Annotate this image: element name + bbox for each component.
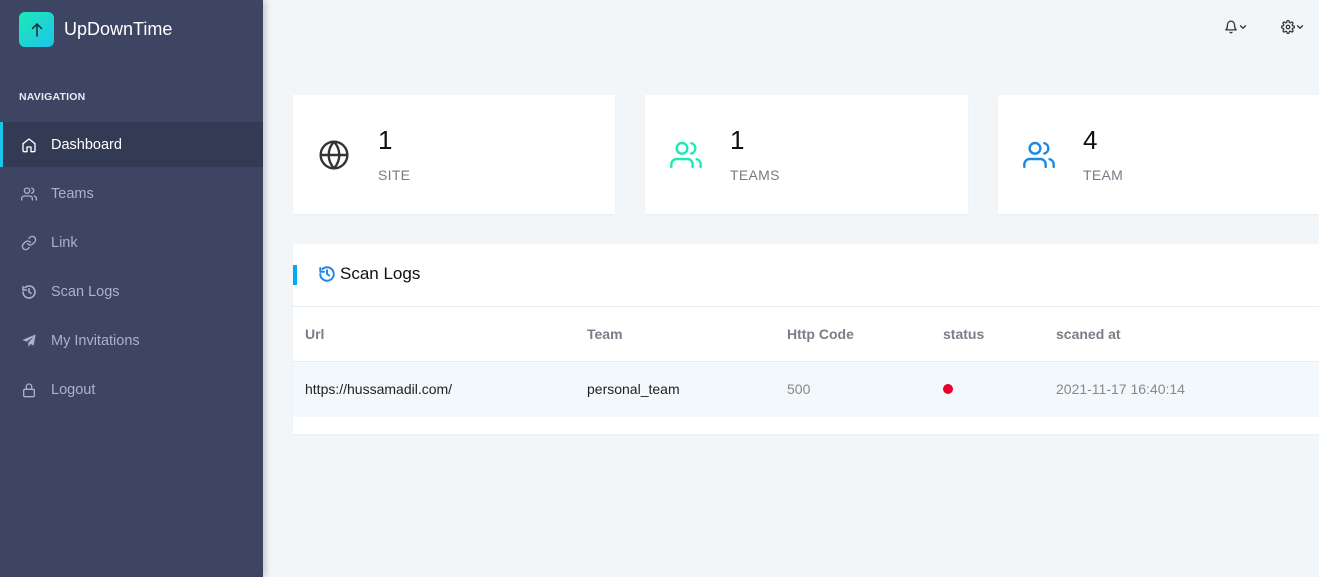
sidebar-item-label: My Invitations <box>51 332 140 349</box>
gear-icon <box>1281 20 1295 34</box>
nav-caption: NAVIGATION <box>19 91 86 103</box>
history-icon <box>20 283 38 301</box>
bell-icon <box>1225 20 1237 34</box>
column-header-url[interactable]: Url <box>293 307 587 362</box>
column-header-scanned-at[interactable]: scaned at <box>1056 307 1319 362</box>
panel-title: Scan Logs <box>318 264 420 284</box>
brand-name: UpDownTime <box>64 19 173 39</box>
cell-team: personal_team <box>587 361 787 417</box>
status-dot <box>943 384 953 395</box>
sidebar-item-scan-logs[interactable]: Scan Logs <box>0 267 263 316</box>
sidebar-item-dashboard[interactable]: Dashboard <box>0 122 263 167</box>
users-icon <box>670 141 702 169</box>
chevron-down-icon <box>1239 25 1247 29</box>
home-icon <box>20 136 38 154</box>
stat-card-site: 1 SITE <box>293 95 615 214</box>
sidebar-item-my-invitations[interactable]: My Invitations <box>0 316 263 365</box>
sidebar-item-label: Dashboard <box>51 136 122 153</box>
column-header-status[interactable]: status <box>943 307 1056 362</box>
sidebar-item-label: Teams <box>51 185 94 202</box>
scan-logs-table: Url Team Http Code status scaned at http… <box>293 307 1319 417</box>
stat-card-team: 4 TEAM <box>998 95 1319 214</box>
stat-label: SITE <box>378 167 411 183</box>
cell-status <box>943 361 1056 417</box>
stat-label: TEAM <box>1083 167 1124 183</box>
sidebar-item-logout[interactable]: Logout <box>0 365 263 414</box>
panel-title-text: Scan Logs <box>340 264 421 283</box>
table-header-row: Url Team Http Code status scaned at <box>293 307 1319 362</box>
sidebar-item-label: Logout <box>51 381 96 398</box>
history-icon <box>319 266 335 282</box>
sidebar-item-teams[interactable]: Teams <box>0 169 263 218</box>
cell-scanned-at: 2021-11-17 16:40:14 <box>1056 361 1319 417</box>
cell-url: https://hussamadil.com/ <box>293 361 587 417</box>
chevron-down-icon <box>1296 25 1304 29</box>
brand[interactable]: UpDownTime <box>19 12 172 47</box>
nav-list: Dashboard Teams Link Scan Logs My Invita… <box>0 122 263 414</box>
users-icon <box>1023 141 1055 169</box>
notifications-dropdown[interactable] <box>1224 20 1248 34</box>
stat-card-teams: 1 TEAMS <box>645 95 968 214</box>
stat-value: 4 <box>1083 125 1098 155</box>
scan-logs-panel: Scan Logs Url Team Http Code status scan… <box>293 244 1319 434</box>
panel-header: Scan Logs <box>293 244 1319 307</box>
arrow-up-icon <box>31 22 42 37</box>
stat-value: 1 <box>378 125 393 155</box>
table-row[interactable]: https://hussamadil.com/ personal_team 50… <box>293 361 1319 417</box>
users-icon <box>20 185 38 203</box>
link-icon <box>20 234 38 252</box>
paper-plane-icon <box>20 332 38 350</box>
stat-value: 1 <box>730 125 745 155</box>
sidebar: UpDownTime NAVIGATION Dashboard Teams Li… <box>0 0 263 577</box>
globe-icon <box>319 140 349 170</box>
cell-http-code: 500 <box>787 361 943 417</box>
brand-logo <box>19 12 54 47</box>
lock-icon <box>20 381 38 399</box>
column-header-http-code[interactable]: Http Code <box>787 307 943 362</box>
sidebar-item-label: Scan Logs <box>51 283 120 300</box>
stat-label: TEAMS <box>730 167 780 183</box>
sidebar-item-link[interactable]: Link <box>0 218 263 267</box>
column-header-team[interactable]: Team <box>587 307 787 362</box>
sidebar-item-label: Link <box>51 234 78 251</box>
settings-dropdown[interactable] <box>1281 20 1305 34</box>
